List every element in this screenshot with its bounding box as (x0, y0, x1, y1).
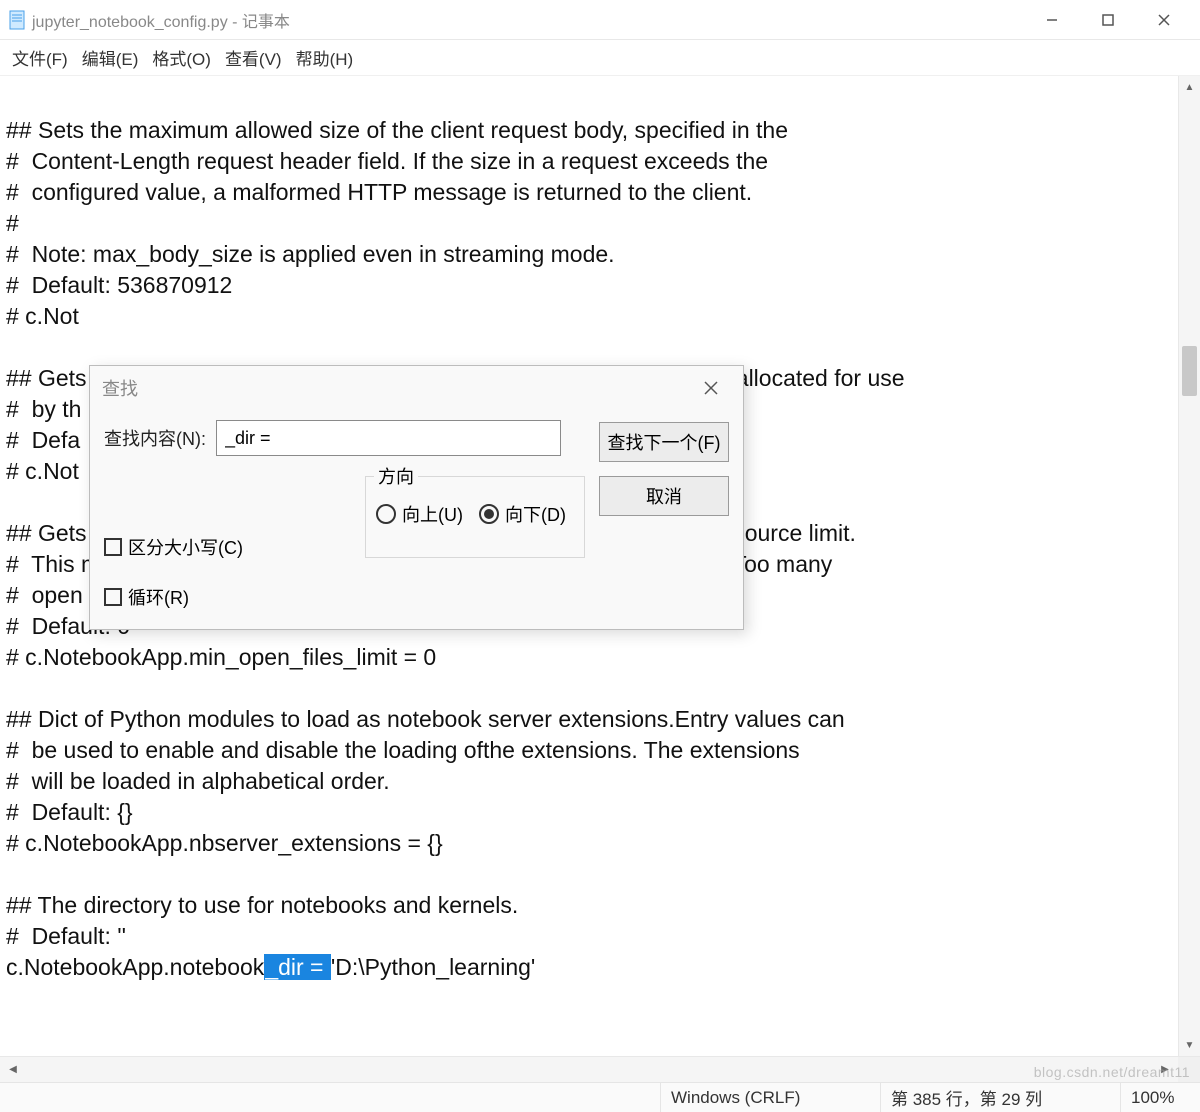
minimize-button[interactable] (1024, 0, 1080, 40)
status-encoding: Windows (CRLF) (660, 1083, 880, 1112)
cancel-button[interactable]: 取消 (599, 476, 729, 516)
radio-up-label: 向上(U) (402, 501, 463, 527)
find-dialog-title: 查找 (102, 375, 138, 401)
radio-down-icon (479, 504, 499, 524)
find-dialog-titlebar: 查找 (90, 366, 743, 410)
direction-legend: 方向 (374, 463, 418, 489)
menubar: 文件(F) 编辑(E) 格式(O) 查看(V) 帮助(H) (0, 40, 1200, 76)
menu-help[interactable]: 帮助(H) (292, 41, 358, 74)
checkbox-wrap-icon (104, 588, 122, 606)
status-position: 第 385 行，第 29 列 (880, 1083, 1120, 1112)
checkbox-case-icon (104, 538, 122, 556)
editor-lastline-prefix: c.NotebookApp.notebook (6, 954, 264, 980)
editor-area: ## Sets the maximum allowed size of the … (0, 76, 1200, 1056)
find-content-label: 查找内容(N): (104, 425, 206, 451)
maximize-button[interactable] (1080, 0, 1136, 40)
find-dialog: 查找 查找内容(N): 方向 向上(U) 向下(D) (89, 365, 744, 630)
menu-edit[interactable]: 编辑(E) (78, 41, 143, 74)
scroll-thumb[interactable] (1182, 346, 1197, 396)
checkbox-case[interactable]: 区分大小写(C) (104, 534, 243, 560)
checkbox-case-label: 区分大小写(C) (128, 534, 243, 560)
checkbox-wrap-label: 循环(R) (128, 584, 189, 610)
watermark: blog.csdn.net/dreamt11 (1034, 1064, 1190, 1080)
find-next-button[interactable]: 查找下一个(F) (599, 422, 729, 462)
statusbar: Windows (CRLF) 第 385 行，第 29 列 100% (0, 1082, 1200, 1112)
direction-group: 方向 向上(U) 向下(D) (365, 476, 585, 558)
checkbox-wrap[interactable]: 循环(R) (104, 584, 243, 610)
status-zoom: 100% (1120, 1083, 1200, 1112)
radio-down[interactable]: 向下(D) (479, 501, 566, 527)
search-highlight: _dir = (264, 954, 331, 980)
scroll-down-icon[interactable]: ▼ (1179, 1034, 1200, 1056)
editor-lastline-suffix: 'D:\Python_learning' (331, 954, 535, 980)
menu-file[interactable]: 文件(F) (8, 41, 72, 74)
titlebar: jupyter_notebook_config.py - 记事本 (0, 0, 1200, 40)
vertical-scrollbar[interactable]: ▲ ▼ (1178, 76, 1200, 1056)
horizontal-scrollbar[interactable]: ◀ ▶ (0, 1056, 1200, 1082)
radio-down-label: 向下(D) (505, 501, 566, 527)
radio-up-icon (376, 504, 396, 524)
notepad-icon (8, 10, 26, 30)
scroll-left-icon[interactable]: ◀ (0, 1057, 26, 1082)
close-button[interactable] (1136, 0, 1192, 40)
menu-view[interactable]: 查看(V) (221, 41, 286, 74)
find-input[interactable] (216, 420, 561, 456)
scroll-up-icon[interactable]: ▲ (1179, 76, 1200, 98)
radio-up[interactable]: 向上(U) (376, 501, 463, 527)
window-title: jupyter_notebook_config.py - 记事本 (32, 8, 290, 32)
find-close-button[interactable] (691, 368, 731, 408)
menu-format[interactable]: 格式(O) (148, 41, 215, 74)
